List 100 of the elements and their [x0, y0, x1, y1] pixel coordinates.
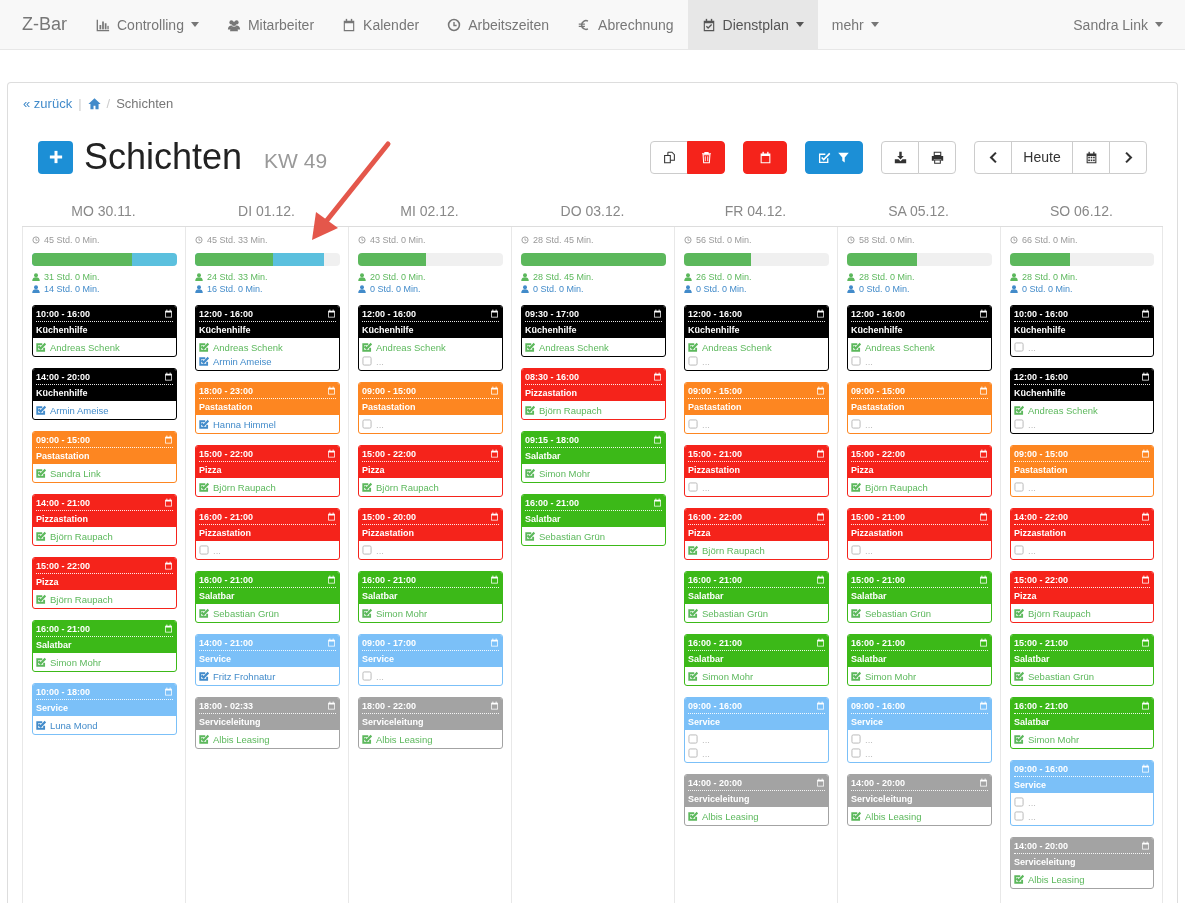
checkbox[interactable] [1014, 811, 1024, 821]
shift-card[interactable]: 14:00 - 22:00 Pizzastation ... [1010, 508, 1154, 560]
today-button[interactable]: Heute [1011, 140, 1073, 174]
shift-card[interactable]: 18:00 - 02:33 Serviceleitung Albis Leasing [195, 697, 340, 749]
nav-tab[interactable]: mehr [817, 0, 893, 49]
shift-card[interactable]: 09:00 - 15:00 Pastastation Sandra Link [32, 431, 177, 483]
shift-card[interactable]: 16:00 - 21:00 Salatbar Simon Mohr [358, 571, 503, 623]
checkbox[interactable] [1014, 797, 1024, 807]
shift-card[interactable]: 15:00 - 22:00 Pizza Björn Raupach [847, 445, 992, 497]
checkbox[interactable] [688, 608, 698, 618]
shift-card[interactable]: 16:00 - 21:00 Salatbar Sebastian Grün [195, 571, 340, 623]
shift-card[interactable]: 16:00 - 21:00 Pizzastation ... [195, 508, 340, 560]
checkbox[interactable] [36, 531, 46, 541]
checkbox[interactable] [36, 405, 46, 415]
checkbox[interactable] [1014, 342, 1024, 352]
shift-card[interactable]: 15:00 - 21:00 Pizzastation ... [684, 445, 829, 497]
shift-card[interactable]: 16:00 - 21:00 Salatbar Simon Mohr [684, 634, 829, 686]
checkbox[interactable] [851, 482, 861, 492]
shift-card[interactable]: 16:00 - 21:00 Salatbar Simon Mohr [1010, 697, 1154, 749]
checkbox[interactable] [525, 405, 535, 415]
checkbox[interactable] [688, 419, 698, 429]
checkbox[interactable] [199, 608, 209, 618]
checkbox[interactable] [688, 545, 698, 555]
checkbox[interactable] [851, 342, 861, 352]
checkbox[interactable] [851, 545, 861, 555]
shift-card[interactable]: 12:00 - 16:00 Küchenhilfe Andreas Schenk ... [358, 305, 503, 371]
checkbox[interactable] [525, 342, 535, 352]
checkbox[interactable] [1014, 405, 1024, 415]
shift-card[interactable]: 14:00 - 21:00 Service Fritz Frohnatur [195, 634, 340, 686]
nav-tab[interactable]: Abrechnung [563, 0, 688, 49]
shift-card[interactable]: 14:00 - 20:00 Serviceleitung Albis Leasing [847, 774, 992, 826]
shift-card[interactable]: 10:00 - 18:00 Service Luna Mond [32, 683, 177, 735]
shift-card[interactable]: 15:00 - 21:00 Pizzastation ... [847, 508, 992, 560]
checkbox[interactable] [851, 419, 861, 429]
shift-card[interactable]: 18:00 - 23:00 Pastastation Hanna Himmel [195, 382, 340, 434]
toolbar-button[interactable] [881, 140, 919, 174]
checkbox[interactable] [362, 671, 372, 681]
shift-card[interactable]: 09:15 - 18:00 Salatbar Simon Mohr [521, 431, 666, 483]
back-link[interactable]: « zurück [23, 95, 73, 111]
shift-card[interactable]: 15:00 - 22:00 Pizza Björn Raupach [1010, 571, 1154, 623]
nav-tab[interactable]: Arbeitszeiten [433, 0, 564, 49]
shift-card[interactable]: 16:00 - 21:00 Salatbar Sebastian Grün [521, 494, 666, 546]
checkbox[interactable] [851, 356, 861, 366]
checkbox[interactable] [851, 811, 861, 821]
checkbox[interactable] [688, 482, 698, 492]
shift-card[interactable]: 12:00 - 16:00 Küchenhilfe Andreas Schenk ... [847, 305, 992, 371]
checkbox[interactable] [525, 531, 535, 541]
toolbar-button[interactable] [1072, 140, 1110, 174]
shift-card[interactable]: 12:00 - 16:00 Küchenhilfe Andreas Schenk ... [684, 305, 829, 371]
checkbox[interactable] [199, 545, 209, 555]
checkbox[interactable] [688, 356, 698, 366]
shift-card[interactable]: 09:00 - 15:00 Pastastation ... [1010, 445, 1154, 497]
checkbox[interactable] [36, 468, 46, 478]
nav-tab[interactable]: Dienstplan [687, 0, 818, 49]
checkbox[interactable] [851, 608, 861, 618]
shift-card[interactable]: 10:00 - 16:00 Küchenhilfe ... [1010, 305, 1154, 357]
checkbox[interactable] [362, 608, 372, 618]
shift-card[interactable]: 09:30 - 17:00 Küchenhilfe Andreas Schenk [521, 305, 666, 357]
shift-card[interactable]: 14:00 - 20:00 Serviceleitung Albis Leasing [684, 774, 829, 826]
checkbox[interactable] [36, 657, 46, 667]
checkbox[interactable] [199, 671, 209, 681]
checkbox[interactable] [688, 811, 698, 821]
shift-card[interactable]: 09:00 - 15:00 Pastastation ... [684, 382, 829, 434]
checkbox[interactable] [851, 734, 861, 744]
nav-tab[interactable]: Controlling [82, 0, 213, 49]
shift-card[interactable]: 12:00 - 16:00 Küchenhilfe Andreas Schenk Armin Ameise [195, 305, 340, 371]
toolbar-button[interactable] [650, 140, 688, 174]
shift-card[interactable]: 10:00 - 16:00 Küchenhilfe Andreas Schenk [32, 305, 177, 357]
shift-card[interactable]: 15:00 - 22:00 Pizza Björn Raupach [195, 445, 340, 497]
checkbox[interactable] [1014, 671, 1024, 681]
nav-tab[interactable]: Kalender [328, 0, 434, 49]
checkbox[interactable] [525, 468, 535, 478]
checkbox[interactable] [36, 342, 46, 352]
checkbox[interactable] [1014, 545, 1024, 555]
checkbox[interactable] [688, 734, 698, 744]
checkbox[interactable] [36, 594, 46, 604]
brand-name[interactable]: Z-Bar [0, 0, 82, 49]
checkbox[interactable] [362, 734, 372, 744]
checkbox[interactable] [688, 748, 698, 758]
shift-card[interactable]: 09:00 - 15:00 Pastastation ... [358, 382, 503, 434]
checkbox[interactable] [362, 482, 372, 492]
user-menu[interactable]: Sandra Link [1059, 0, 1177, 49]
shift-card[interactable]: 12:00 - 16:00 Küchenhilfe Andreas Schenk ... [1010, 368, 1154, 434]
shift-card[interactable]: 16:00 - 22:00 Pizza Björn Raupach [684, 508, 829, 560]
shift-card[interactable]: 16:00 - 21:00 Salatbar Simon Mohr [847, 634, 992, 686]
shift-card[interactable]: 15:00 - 22:00 Pizza Björn Raupach [358, 445, 503, 497]
checkbox[interactable] [362, 419, 372, 429]
checkbox[interactable] [199, 356, 209, 366]
shift-card[interactable]: 15:00 - 21:00 Salatbar Sebastian Grün [1010, 634, 1154, 686]
checkbox[interactable] [1014, 874, 1024, 884]
checkbox[interactable] [199, 734, 209, 744]
add-button[interactable] [38, 140, 73, 174]
checkbox[interactable] [199, 342, 209, 352]
checkbox[interactable] [362, 356, 372, 366]
checkbox[interactable] [851, 748, 861, 758]
home-icon[interactable] [87, 96, 101, 110]
checkbox[interactable] [688, 671, 698, 681]
checkbox[interactable] [1014, 608, 1024, 618]
nav-tab[interactable]: Mitarbeiter [212, 0, 329, 49]
checkbox[interactable] [688, 342, 698, 352]
